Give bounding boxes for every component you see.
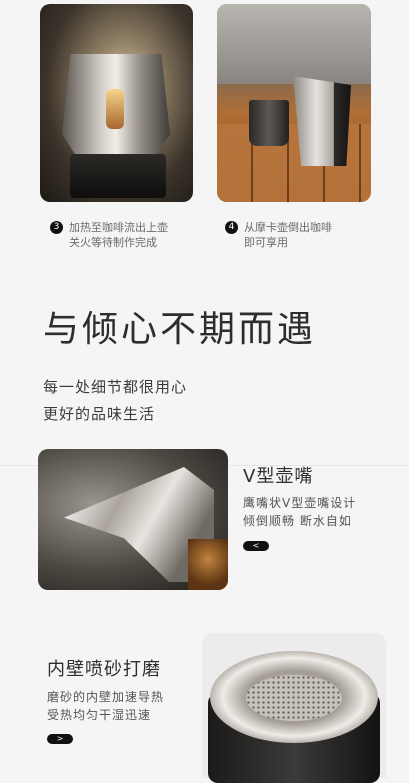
section-headline: 与倾心不期而遇: [43, 309, 317, 350]
feature-desc-spout-2: 倾倒顺畅 断水自如: [243, 514, 352, 528]
step-caption-4: 4 从摩卡壶倒出咖啡 即可享用: [225, 220, 332, 250]
photo-sandblasted-inner-wall: [202, 633, 386, 783]
filter-holes: [246, 675, 342, 721]
feature-desc-spout-1: 鹰嘴状V型壶嘴设计: [243, 496, 357, 510]
section-subtitle-2: 更好的品味生活: [43, 405, 156, 423]
step-caption-3: 3 加热至咖啡流出上壶 关火等待制作完成: [50, 220, 168, 250]
step-line-2: 即可享用: [244, 236, 288, 249]
arrow-left-button[interactable]: <: [243, 541, 269, 551]
feature-desc-wall-2: 受热均匀干湿迅速: [47, 708, 152, 722]
step-line-1: 从摩卡壶倒出咖啡: [244, 221, 332, 234]
coffee-flow: [106, 89, 124, 129]
step-text: 从摩卡壶倒出咖啡 即可享用: [244, 220, 332, 250]
feature-title-spout: V型壶嘴: [243, 466, 314, 487]
step-line-2: 关火等待制作完成: [69, 236, 157, 249]
step-line-1: 加热至咖啡流出上壶: [69, 221, 168, 234]
stove-base: [70, 154, 166, 198]
step-number-badge: 3: [50, 221, 63, 234]
sweater-sleeve: [217, 4, 371, 84]
arrow-right-button[interactable]: >: [47, 734, 73, 744]
photo-moka-pot-heating: [40, 4, 193, 202]
photo-pouring-coffee: [217, 4, 371, 202]
step-text: 加热至咖啡流出上壶 关火等待制作完成: [69, 220, 168, 250]
camping-cup: [249, 100, 289, 146]
feature-title-wall: 内壁喷砂打磨: [47, 659, 161, 680]
moka-pot-pouring: [293, 76, 351, 166]
coffee-surface: [188, 539, 228, 590]
photo-v-spout: [38, 449, 228, 590]
step-number-badge: 4: [225, 221, 238, 234]
feature-desc-wall-1: 磨砂的内壁加速导热: [47, 690, 165, 704]
section-subtitle-1: 每一处细节都很用心: [43, 378, 188, 396]
